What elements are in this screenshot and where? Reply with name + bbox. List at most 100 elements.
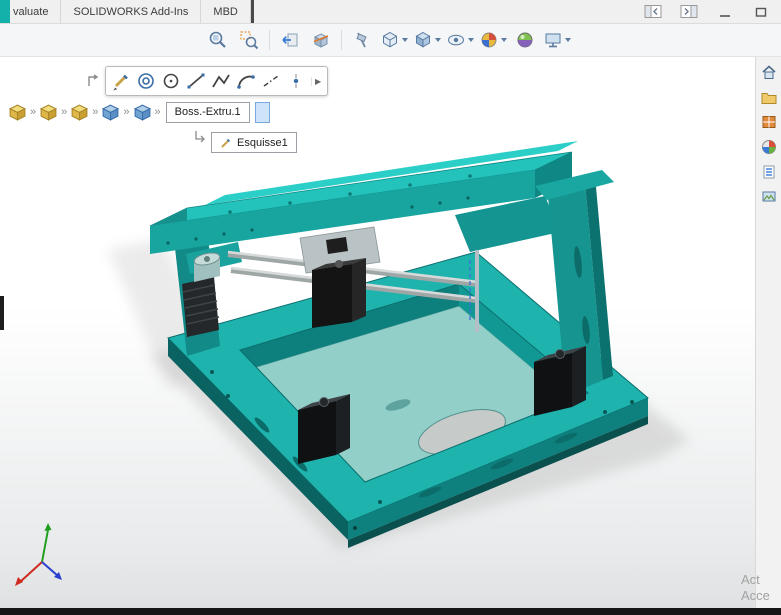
graphics-area[interactable]: ▶ » » » » » Boss.-Extru.1 Esquisse1 (0, 57, 755, 608)
toolbar-separator (341, 30, 342, 50)
dynamic-annotation-views-button[interactable] (349, 27, 375, 53)
feature-icon (133, 104, 151, 121)
restore-button[interactable] (751, 4, 771, 20)
sketch-row: Esquisse1 (193, 129, 297, 153)
view-orientation-button[interactable] (380, 27, 408, 53)
x-axis-arrow (15, 577, 23, 586)
context-toolbar-flyout-button[interactable]: ▶ (311, 76, 324, 86)
edit-appearance-button[interactable] (479, 27, 507, 53)
view-palette-icon (762, 191, 775, 202)
view-settings-icon (545, 33, 561, 48)
breadcrumb-feature-2[interactable]: » (133, 103, 164, 122)
design-library-icon (762, 116, 775, 128)
zoom-to-fit-button[interactable] (205, 27, 231, 53)
line-tool-button[interactable] (184, 69, 208, 93)
part-icon (40, 104, 58, 121)
centerline-tool-button[interactable] (259, 69, 283, 93)
breadcrumb-feature-1[interactable]: » (101, 103, 132, 122)
dropdown-arrow-icon (402, 38, 408, 42)
tab-mbd[interactable]: MBD (201, 0, 251, 23)
appearances-sphere-icon (761, 140, 776, 154)
edit-appearance-icon (481, 32, 497, 48)
activation-watermark: Act Acce (741, 572, 781, 604)
tab-solidworks-add-ins-label: SOLIDWORKS Add-Ins (73, 5, 189, 18)
breadcrumb-part-2[interactable]: » (39, 103, 70, 122)
collapse-panel-left-icon (644, 5, 662, 18)
sketch-label-box[interactable]: Esquisse1 (211, 132, 297, 153)
solidworks-window: valuate SOLIDWORKS Add-Ins MBD ▶ » » » »… (0, 0, 781, 615)
context-toolbar-anchor-icon (88, 74, 99, 86)
zoom-to-area-button[interactable] (236, 27, 262, 53)
dropdown-arrow-icon (565, 38, 571, 42)
tree-connector-icon (195, 131, 205, 143)
previous-view-button[interactable] (277, 27, 303, 53)
view-settings-button[interactable] (543, 27, 571, 53)
circle-tool-button[interactable] (159, 69, 183, 93)
breadcrumb-feature-label[interactable]: Boss.-Extru.1 (165, 101, 250, 123)
concentric-relation-button[interactable] (134, 69, 158, 93)
collapse-panel-left-button[interactable] (643, 4, 663, 20)
collapse-panel-right-icon (680, 5, 698, 18)
apply-scene-button[interactable] (512, 27, 538, 53)
dynamic-annotation-views-icon (356, 32, 367, 48)
breadcrumb-chevron: » (30, 106, 37, 118)
point-icon (293, 74, 299, 88)
task-pane-custom-properties-button[interactable] (758, 161, 780, 183)
dropdown-arrow-icon (435, 38, 441, 42)
watermark-line-2: Acce (741, 588, 770, 603)
tab-mbd-label: MBD (213, 5, 238, 18)
task-pane-view-palette-button[interactable] (758, 186, 780, 208)
task-pane-appearances-button[interactable] (758, 136, 780, 158)
orientation-triad[interactable] (12, 520, 72, 592)
task-pane (755, 57, 781, 608)
watermark-line-1: Act (741, 572, 760, 587)
selection-breadcrumbs: » » » » » Boss.-Extru.1 (8, 101, 270, 123)
sketch-tool-button[interactable] (109, 69, 133, 93)
section-view-button[interactable] (308, 27, 334, 53)
tab-evaluate-label: valuate (13, 5, 49, 18)
window-corner-accent (0, 0, 10, 23)
toolbar-separator (269, 30, 270, 50)
breadcrumb-chevron: » (61, 106, 68, 118)
collapse-panel-right-button[interactable] (679, 4, 699, 20)
point-tool-button[interactable] (284, 69, 308, 93)
display-style-button[interactable] (413, 27, 441, 53)
zoom-to-area-icon (240, 31, 259, 50)
minimize-icon (720, 14, 730, 17)
hide-show-items-button[interactable] (446, 27, 474, 53)
restore-icon (755, 7, 767, 17)
concentric-circles-icon (138, 73, 154, 89)
tab-evaluate[interactable]: valuate (10, 0, 62, 23)
sketch-name: Esquisse1 (237, 136, 288, 149)
breadcrumb-part-1[interactable]: » (8, 103, 39, 122)
breadcrumb-selected-chip[interactable] (254, 101, 270, 123)
task-pane-design-library-button[interactable] (758, 111, 780, 133)
section-view-icon (313, 33, 329, 48)
breadcrumb-part-3[interactable]: » (70, 103, 101, 122)
task-pane-home-button[interactable] (758, 61, 780, 83)
circle-icon (163, 73, 179, 89)
breadcrumb-chevron: » (123, 106, 130, 118)
dropdown-arrow-icon (468, 38, 474, 42)
tabbar-divider (250, 0, 254, 23)
sketch-icon (113, 74, 128, 91)
arc-icon (237, 75, 255, 89)
y-axis-arrow (44, 523, 52, 531)
left-edge-artifact (0, 296, 4, 330)
polyline-tool-button[interactable] (209, 69, 233, 93)
heads-up-toolbar (0, 24, 781, 57)
breadcrumb-chevron: » (154, 106, 161, 118)
folder-icon (761, 93, 776, 104)
polyline-icon (212, 74, 230, 88)
dropdown-arrow-icon (501, 38, 507, 42)
model-3d-printer-frame[interactable] (0, 57, 755, 608)
tab-solidworks-add-ins[interactable]: SOLIDWORKS Add-Ins (61, 0, 202, 23)
arc-tool-button[interactable] (234, 69, 258, 93)
line-icon (187, 73, 205, 89)
apply-scene-icon (517, 32, 533, 48)
centerline-icon (263, 75, 279, 87)
task-pane-file-explorer-button[interactable] (758, 86, 780, 108)
previous-view-icon (282, 33, 298, 47)
minimize-button[interactable] (715, 4, 735, 20)
part-icon (8, 104, 27, 121)
